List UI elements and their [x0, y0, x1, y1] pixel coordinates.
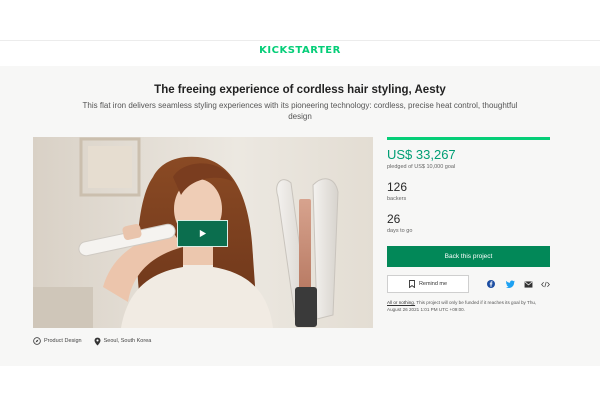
back-this-project-button[interactable]: Back this project [387, 246, 550, 267]
remind-me-label: Remind me [418, 281, 448, 287]
twitter-icon [505, 280, 515, 288]
play-video-button[interactable] [177, 220, 228, 247]
embed-button[interactable] [539, 278, 551, 290]
kickstarter-logo[interactable]: KICKSTARTER [0, 45, 600, 56]
project-blurb: This flat iron delivers seamless styling… [82, 101, 518, 121]
share-email-button[interactable] [522, 278, 534, 290]
top-nav-bar [0, 0, 600, 41]
project-meta: Product Design Seoul, South Korea [33, 335, 151, 347]
all-or-nothing-link[interactable]: All or nothing. [387, 300, 415, 305]
days-to-go-count: 26 [387, 212, 401, 226]
email-icon [524, 280, 532, 288]
remind-me-button[interactable]: Remind me [387, 275, 469, 293]
bookmark-icon [408, 280, 415, 288]
category-link[interactable]: Product Design [33, 337, 82, 345]
days-to-go-label: days to go [387, 228, 413, 234]
funding-progress-fill [387, 137, 550, 140]
compass-icon [33, 337, 41, 345]
funding-note: All or nothing. This project will only b… [387, 299, 550, 313]
project-title: The freeing experience of cordless hair … [154, 84, 446, 96]
goal-text: pledged of US$ 10,000 goal [387, 164, 456, 170]
category-label: Product Design [44, 338, 82, 344]
backers-count: 126 [387, 180, 408, 194]
location-label: Seoul, South Korea [103, 338, 152, 344]
share-facebook-button[interactable] [485, 278, 497, 290]
facebook-icon [487, 280, 495, 288]
embed-icon [540, 281, 550, 287]
location-link[interactable]: Seoul, South Korea [94, 337, 152, 346]
backers-label: backers [387, 196, 407, 202]
pledged-amount: US$ 33,267 [387, 147, 456, 162]
funding-progress-bar [387, 137, 550, 140]
location-pin-icon [94, 337, 101, 345]
share-twitter-button[interactable] [504, 278, 516, 290]
play-icon [199, 229, 207, 238]
